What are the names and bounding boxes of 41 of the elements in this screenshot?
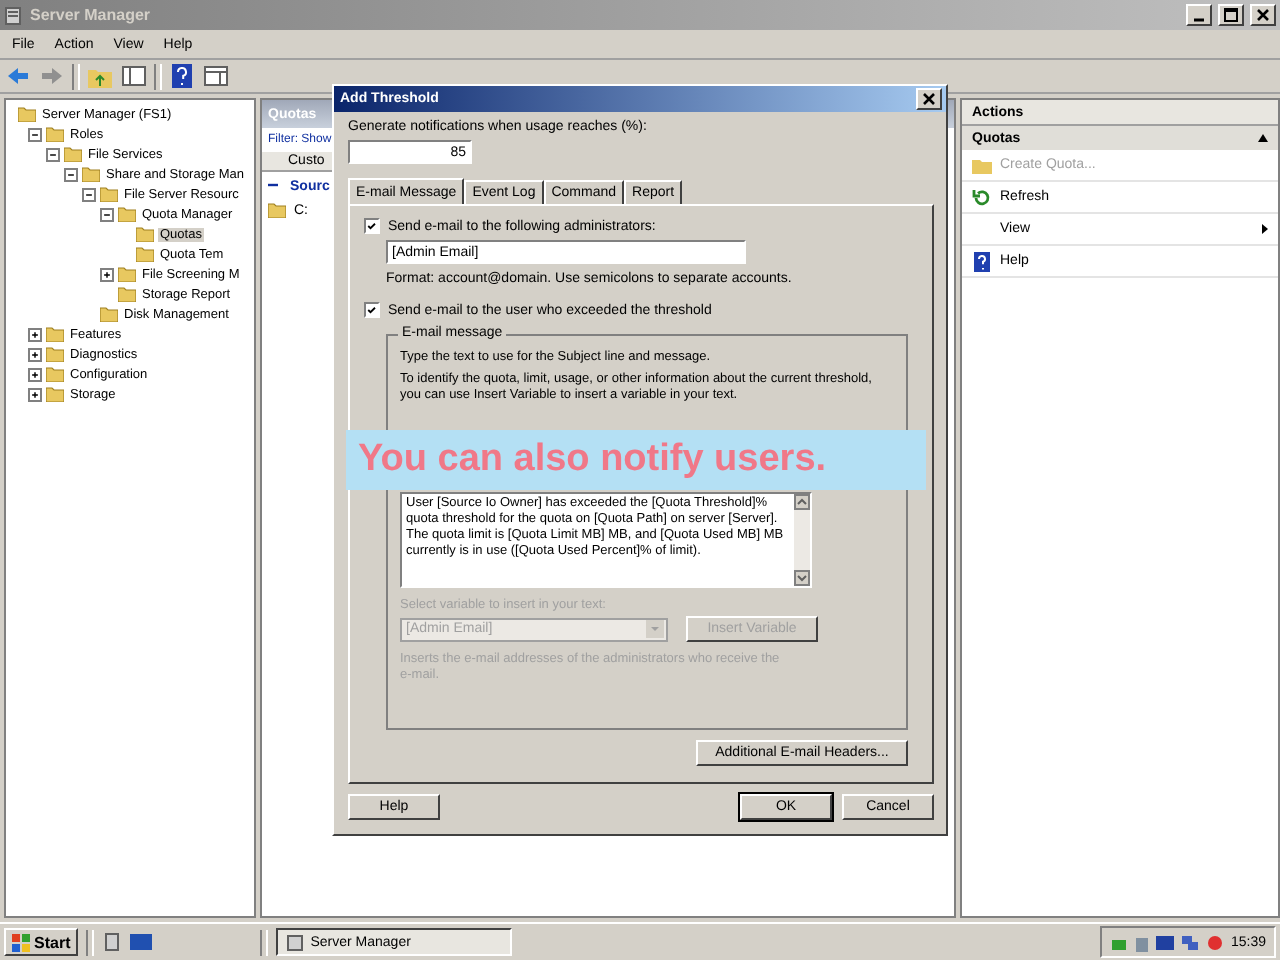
pane-icon[interactable] — [120, 62, 148, 90]
expand-toggle[interactable] — [28, 327, 42, 341]
expand-toggle[interactable] — [100, 267, 114, 281]
folder-icon — [268, 202, 286, 218]
caption-banner: You can also notify users. — [346, 430, 926, 490]
monitor-icon[interactable] — [1156, 933, 1175, 951]
pane-icon[interactable] — [202, 62, 230, 90]
computers-icon[interactable] — [1180, 933, 1201, 951]
window-title: Server Manager — [30, 6, 153, 24]
checkbox[interactable] — [364, 302, 380, 318]
server-icon[interactable] — [102, 932, 123, 952]
folder-icon — [972, 155, 992, 175]
collapse-toggle[interactable] — [46, 147, 60, 161]
collapse-toggle[interactable] — [28, 127, 42, 141]
collapse-toggle[interactable] — [64, 167, 78, 181]
expand-toggle[interactable] — [28, 347, 42, 361]
refresh-icon — [972, 187, 992, 207]
back-arrow-icon[interactable] — [4, 62, 32, 90]
start-button[interactable]: Start — [4, 928, 79, 956]
checkbox[interactable] — [364, 218, 380, 234]
close-button[interactable] — [1250, 4, 1276, 26]
close-button[interactable] — [916, 88, 942, 110]
caret-icon[interactable] — [1258, 134, 1268, 142]
scrollbar[interactable] — [794, 494, 810, 586]
server-icon — [4, 5, 24, 25]
windows-flag-icon — [12, 933, 30, 951]
help-icon — [972, 251, 992, 271]
help-icon[interactable] — [168, 62, 196, 90]
maximize-button[interactable] — [1218, 4, 1244, 26]
warning-icon[interactable] — [1206, 933, 1225, 951]
close-icon — [1256, 8, 1270, 22]
collapse-toggle[interactable] — [82, 187, 96, 201]
server-icon — [286, 933, 305, 951]
collapse-toggle[interactable] — [100, 207, 114, 221]
expand-toggle[interactable] — [28, 367, 42, 381]
minimize-button[interactable] — [1186, 4, 1212, 26]
expand-toggle[interactable] — [28, 387, 42, 401]
collapse-icon[interactable] — [268, 180, 278, 190]
close-icon — [922, 92, 936, 106]
desktop-icon[interactable] — [130, 933, 153, 951]
maximize-icon — [1224, 8, 1238, 22]
